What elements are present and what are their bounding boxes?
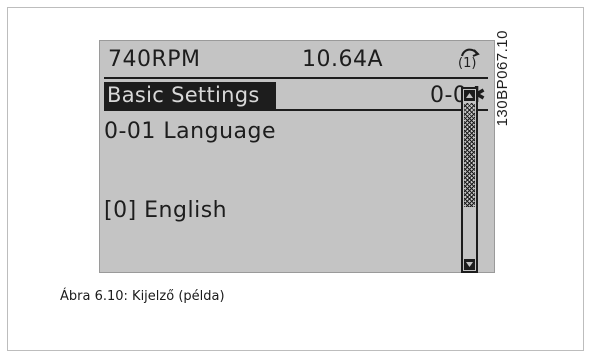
menu-title[interactable]: Basic Settings <box>107 84 260 106</box>
status-divider <box>104 77 488 79</box>
status-current: 10.64A <box>302 47 384 72</box>
figure-code-text: 130BP067.10 <box>494 30 511 127</box>
setup-cycle-icon[interactable]: (1) <box>452 44 488 74</box>
scroll-up-arrow-icon[interactable] <box>464 90 475 101</box>
scroll-down-arrow-icon[interactable] <box>464 259 475 270</box>
figure-caption: Ábra 6.10: Kijelző (példa) <box>60 289 225 304</box>
parameter-name: 0-01 Language <box>104 119 276 144</box>
scroll-thumb[interactable] <box>464 103 475 207</box>
lcd-scrollbar[interactable] <box>461 87 478 273</box>
setup-indicator: (1) <box>458 56 477 71</box>
parameter-value[interactable]: [0] English <box>104 200 227 222</box>
status-speed: 740RPM <box>108 47 201 72</box>
lcd-display: 740RPM 10.64A (1) Basic Settings 0-0✱ 0-… <box>99 40 495 273</box>
figure-code: 130BP067.10 <box>492 30 532 200</box>
menu-divider <box>104 109 488 111</box>
